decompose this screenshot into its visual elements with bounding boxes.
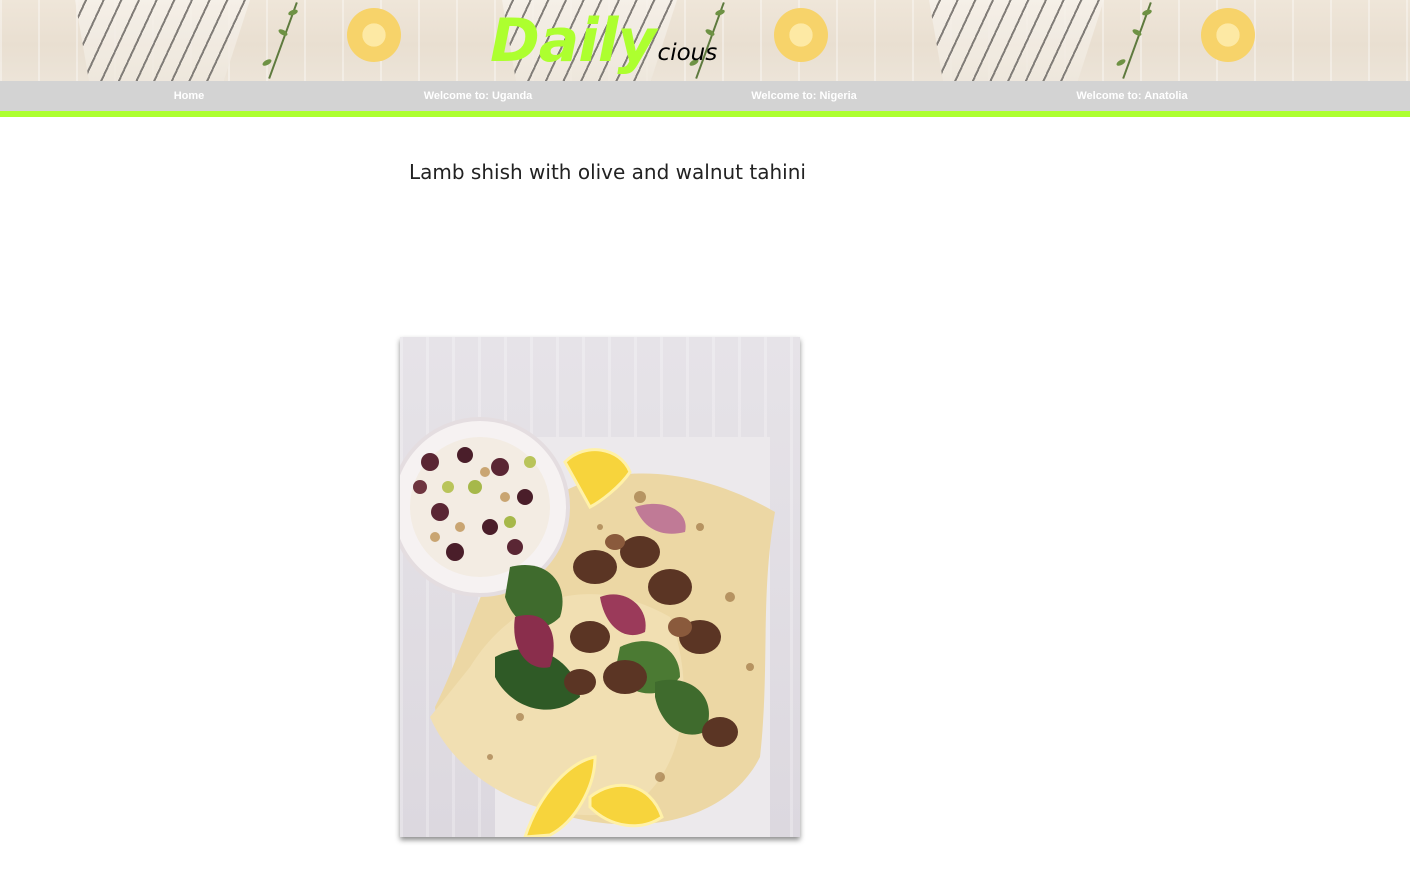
site-logo[interactable]: Dailycious [490, 4, 717, 81]
banner-background-image [0, 0, 427, 81]
recipe-title: Lamb shish with olive and walnut tahini [409, 160, 806, 184]
logo-sub-text: cious [657, 40, 718, 66]
nav-link-home[interactable]: Home [174, 81, 205, 111]
nav-link-anatolia[interactable]: Welcome to: Anatolia [1076, 81, 1187, 111]
main-nav: Home Welcome to: Uganda Welcome to: Nige… [0, 81, 1410, 117]
recipe-image [400, 337, 800, 837]
header-banner: Dailycious [0, 0, 1410, 81]
nav-link-nigeria[interactable]: Welcome to: Nigeria [751, 81, 857, 111]
logo-main-text: Daily [490, 6, 657, 76]
recipe-image-illustration [400, 417, 775, 837]
nav-link-uganda[interactable]: Welcome to: Uganda [424, 81, 533, 111]
banner-background-image [854, 0, 1281, 81]
